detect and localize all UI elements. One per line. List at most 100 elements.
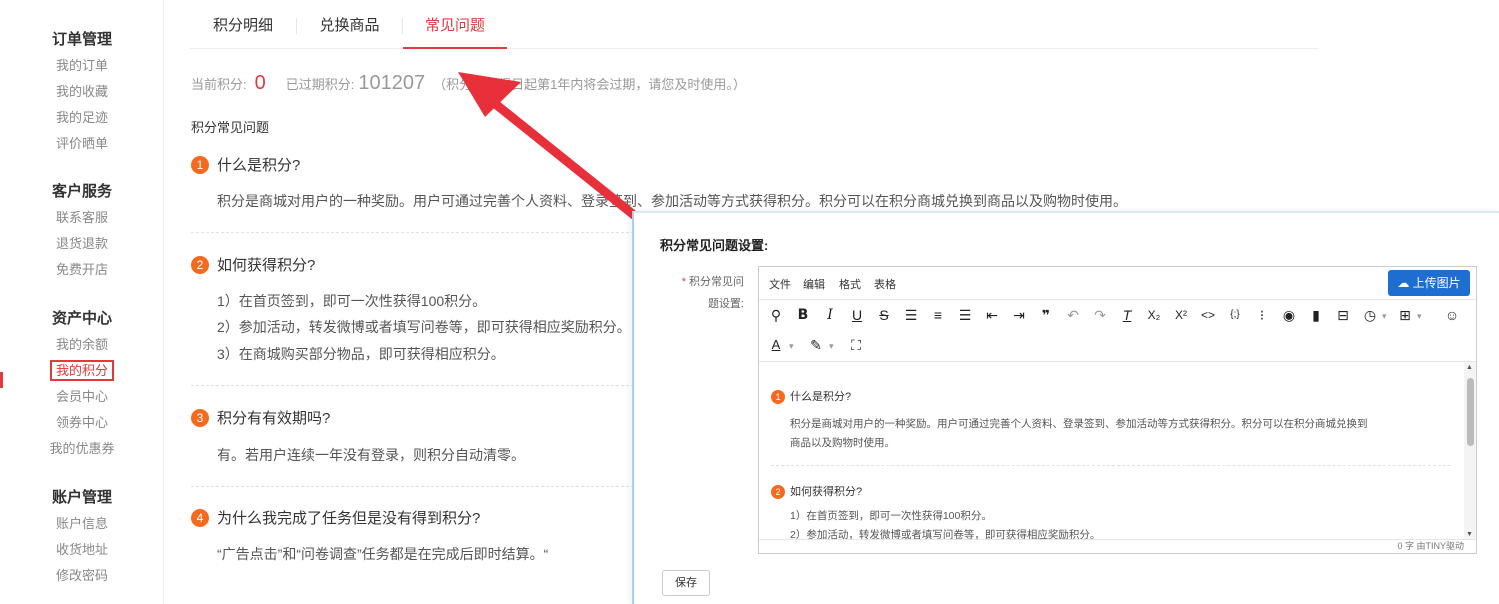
- faq-heading: 积分常见问题: [191, 120, 270, 135]
- editor-faq-answer: 商品以及购物时使用。: [790, 437, 895, 449]
- menu-edit[interactable]: 编辑: [803, 276, 825, 292]
- scroll-down-icon[interactable]: ▼: [1466, 531, 1473, 538]
- faq-question-text: 什么是积分?: [217, 157, 301, 174]
- field-label-line2: 题设置:: [707, 298, 744, 310]
- chevron-down-icon[interactable]: ▾: [829, 335, 834, 357]
- editor-faq-answer: 2）参加活动，转发微博或者填写问卷等，即可获得相应奖励积分。: [790, 529, 1101, 540]
- page-break-icon[interactable]: ⊟: [1332, 304, 1354, 326]
- tab-faq[interactable]: 常见问题: [403, 0, 507, 49]
- scroll-thumb[interactable]: [1467, 378, 1474, 446]
- sidebar-group-assets: 资产中心 我的余额 我的积分 会员中心 领券中心 我的优惠券: [0, 306, 164, 462]
- faq-answer: 有。若用户连续一年没有登录，则积分自动清零。: [217, 447, 525, 463]
- faq-number-badge: 2: [771, 485, 785, 499]
- blockquote-icon[interactable]: ❞: [1035, 304, 1057, 326]
- upload-image-button[interactable]: ☁ 上传图片: [1388, 270, 1470, 296]
- faq-answer: 3）在商城购买部分物品，即可获得相应积分。: [217, 346, 505, 362]
- sidebar-item-my-orders[interactable]: 我的订单: [0, 53, 164, 79]
- sidebar-item-favorites[interactable]: 我的收藏: [0, 79, 164, 105]
- menu-table[interactable]: 表格: [874, 276, 896, 292]
- sidebar-item-reviews[interactable]: 评价晒单: [0, 131, 164, 157]
- faq-number-badge: 3: [191, 409, 209, 427]
- editor-toolbar-row2: A ▾ ✎ ▾ ⛶: [759, 330, 1476, 362]
- menu-file[interactable]: 文件: [769, 276, 791, 292]
- code-icon[interactable]: <>: [1197, 304, 1219, 326]
- faq-number-badge: 4: [191, 509, 209, 527]
- faq-number-badge: 1: [191, 156, 209, 174]
- search-icon[interactable]: ⚲: [765, 304, 787, 326]
- sidebar-group-service: 客户服务 联系客服 退货退款 免费开店: [0, 179, 164, 283]
- sidebar-item-coupon-center[interactable]: 领券中心: [0, 410, 164, 436]
- save-button[interactable]: 保存: [662, 570, 710, 596]
- sidebar-item-points[interactable]: 我的积分: [0, 358, 164, 384]
- preview-eye-icon[interactable]: ◉: [1278, 304, 1300, 326]
- bold-icon[interactable]: B: [792, 304, 814, 326]
- faq-answer: 1）在首页签到，即可一次性获得100积分。: [217, 293, 487, 309]
- sidebar-group-title: 资产中心: [51, 310, 112, 327]
- menu-format[interactable]: 格式: [839, 276, 861, 292]
- redo-icon[interactable]: ↷: [1089, 304, 1111, 326]
- text-color-icon[interactable]: A: [765, 334, 787, 356]
- sidebar-item-membership[interactable]: 会员中心: [0, 384, 164, 410]
- sidebar-item-refund[interactable]: 退货退款: [0, 231, 164, 257]
- sidebar-item-contact[interactable]: 联系客服: [0, 205, 164, 231]
- emoji-icon[interactable]: ☺: [1441, 304, 1463, 326]
- italic-icon[interactable]: I: [819, 304, 841, 326]
- tab-points-detail[interactable]: 积分明细: [190, 0, 296, 49]
- code-block-icon[interactable]: {;}: [1224, 304, 1246, 326]
- upload-image-label: 上传图片: [1412, 276, 1461, 290]
- chevron-down-icon[interactable]: ▾: [1417, 305, 1422, 327]
- sidebar-item-password[interactable]: 修改密码: [0, 563, 164, 589]
- editor-scrollbar[interactable]: ▲ ▼: [1464, 362, 1476, 540]
- numbered-list-icon[interactable]: ⁝: [1251, 304, 1273, 326]
- indent-icon[interactable]: ⇥: [1008, 304, 1030, 326]
- bookmark-icon[interactable]: ▮: [1305, 304, 1327, 326]
- current-points-value: 0: [254, 72, 266, 94]
- sidebar-item-my-coupons[interactable]: 我的优惠券: [0, 436, 164, 462]
- superscript-icon[interactable]: X²: [1170, 304, 1192, 326]
- expired-points-label: 已过期积分:: [285, 77, 355, 92]
- faq-answer: 2）参加活动，转发微博或者填写问卷等，即可获得相应奖励积分。: [217, 319, 631, 335]
- cloud-upload-icon: ☁: [1397, 276, 1410, 290]
- undo-icon[interactable]: ↶: [1062, 304, 1084, 326]
- rich-text-editor[interactable]: 文件 编辑 格式 表格 ☁ 上传图片 ⚲ B I U S ☰ ≡ ☰ ⇤ ⇥ ❞…: [758, 266, 1477, 554]
- sidebar-group-account: 账户管理 账户信息 收货地址 修改密码: [0, 485, 164, 589]
- faq-number-badge: 1: [771, 390, 785, 404]
- sidebar-item-balance[interactable]: 我的余额: [0, 332, 164, 358]
- tab-exchange-goods[interactable]: 兑换商品: [297, 0, 402, 49]
- scroll-up-icon[interactable]: ▲: [1466, 364, 1473, 371]
- field-label-line1: 积分常见问: [689, 276, 744, 288]
- sidebar-group-title: 订单管理: [51, 31, 112, 48]
- panel-title: 积分常见问题设置:: [660, 238, 769, 253]
- clear-format-icon[interactable]: T: [1116, 304, 1138, 326]
- outdent-icon[interactable]: ⇤: [981, 304, 1003, 326]
- highlight-color-icon[interactable]: ✎: [805, 334, 827, 356]
- faq-question: 4 为什么我完成了任务但是没有得到积分?: [191, 507, 480, 528]
- faq-question-text: 什么是积分?: [790, 391, 852, 403]
- subscript-icon[interactable]: X₂: [1143, 304, 1165, 326]
- align-center-icon[interactable]: ≡: [927, 304, 949, 326]
- sidebar-group-title: 客户服务: [51, 183, 112, 200]
- sidebar-item-open-shop[interactable]: 免费开店: [0, 257, 164, 283]
- sidebar-item-address[interactable]: 收货地址: [0, 537, 164, 563]
- clock-icon[interactable]: ◷: [1359, 304, 1381, 326]
- editor-content[interactable]: 1 什么是积分? 积分是商城对用户的一种奖励。用户可通过完善个人资料、登录签到、参…: [759, 362, 1476, 540]
- sidebar-item-account-info[interactable]: 账户信息: [0, 511, 164, 537]
- sidebar-item-footprint[interactable]: 我的足迹: [0, 105, 164, 131]
- field-label: * 积分常见问 题设置:: [674, 271, 744, 315]
- points-expiry-note: （积分自获得日起第1年内将会过期，请您及时使用。）: [433, 77, 746, 92]
- chevron-down-icon[interactable]: ▾: [789, 335, 794, 357]
- underline-icon[interactable]: U: [846, 304, 868, 326]
- fullscreen-icon[interactable]: ⛶: [845, 334, 867, 356]
- sidebar-item-label: 我的积分: [49, 360, 114, 381]
- faq-question-text: 为什么我完成了任务但是没有得到积分?: [217, 510, 481, 527]
- points-summary: 当前积分: 0 已过期积分: 101207 （积分自获得日起第1年内将会过期，请您及时使…: [191, 72, 746, 98]
- table-icon[interactable]: ⊞: [1394, 304, 1416, 326]
- strikethrough-icon[interactable]: S: [873, 304, 895, 326]
- align-left-icon[interactable]: ☰: [900, 304, 922, 326]
- editor-toolbar: ⚲ B I U S ☰ ≡ ☰ ⇤ ⇥ ❞ ↶ ↷ T X₂ X² <> {;}…: [759, 300, 1476, 330]
- editor-faq-divider: [771, 465, 1451, 466]
- editor-faq-answer: 积分是商城对用户的一种奖励。用户可通过完善个人资料、登录签到、参加活动等方式获得…: [790, 418, 1368, 430]
- expired-points-value: 101207: [358, 72, 426, 94]
- align-right-icon[interactable]: ☰: [954, 304, 976, 326]
- chevron-down-icon[interactable]: ▾: [1382, 305, 1387, 327]
